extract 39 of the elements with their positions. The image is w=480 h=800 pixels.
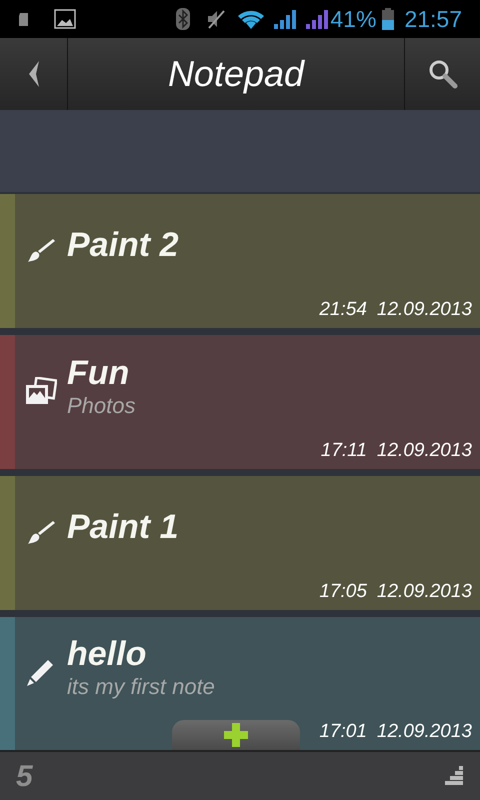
chevron-left-icon bbox=[26, 60, 40, 88]
note-title: hello bbox=[67, 634, 148, 674]
note-card[interactable]: Paint 2 21:54 12.09.2013 bbox=[0, 194, 480, 328]
note-title: Fun bbox=[67, 352, 130, 393]
note-card[interactable]: hello its my first note 17:01 12.09.2013 bbox=[0, 617, 480, 750]
pencil-icon bbox=[26, 657, 56, 688]
note-card[interactable]: Paint 1 17:05 12.09.2013 bbox=[0, 476, 480, 610]
signal-icon bbox=[304, 8, 328, 30]
note-date: 12.09.2013 bbox=[376, 438, 472, 462]
paintbrush-icon bbox=[26, 518, 56, 545]
note-time: 17:11 bbox=[320, 438, 367, 462]
toolbar-title: Notepad bbox=[168, 52, 304, 96]
wifi-icon bbox=[236, 8, 266, 30]
note-count: 5 bbox=[16, 758, 33, 794]
note-title: Paint 1 bbox=[67, 506, 178, 547]
battery-icon bbox=[382, 8, 394, 30]
note-subtitle: its my first note bbox=[67, 674, 215, 700]
search-icon bbox=[428, 59, 458, 89]
note-time: 17:05 bbox=[319, 580, 367, 604]
bluetooth-icon bbox=[176, 8, 190, 30]
note-title: Paint 2 bbox=[67, 224, 178, 265]
signal-icon bbox=[272, 8, 296, 30]
note-date: 12.09.2013 bbox=[376, 580, 472, 604]
sort-icon[interactable] bbox=[444, 765, 464, 787]
paintbrush-icon bbox=[26, 236, 56, 263]
image-icon bbox=[54, 9, 76, 29]
sd-card-icon bbox=[18, 12, 30, 26]
battery-percent: 41% bbox=[330, 4, 376, 34]
note-date: 12.09.2013 bbox=[376, 720, 472, 744]
note-subtitle: Photos bbox=[67, 392, 136, 419]
muted-speaker-icon bbox=[206, 9, 226, 29]
add-note-button[interactable] bbox=[172, 720, 300, 750]
note-date: 12.09.2013 bbox=[376, 298, 472, 322]
note-time: 21:54 bbox=[319, 298, 367, 322]
photos-icon bbox=[25, 376, 57, 405]
clock: 21:57 bbox=[404, 4, 462, 34]
plus-icon bbox=[223, 722, 249, 748]
note-time: 17:01 bbox=[319, 720, 367, 744]
note-card[interactable]: Fun Photos 17:11 12.09.2013 bbox=[0, 335, 480, 469]
